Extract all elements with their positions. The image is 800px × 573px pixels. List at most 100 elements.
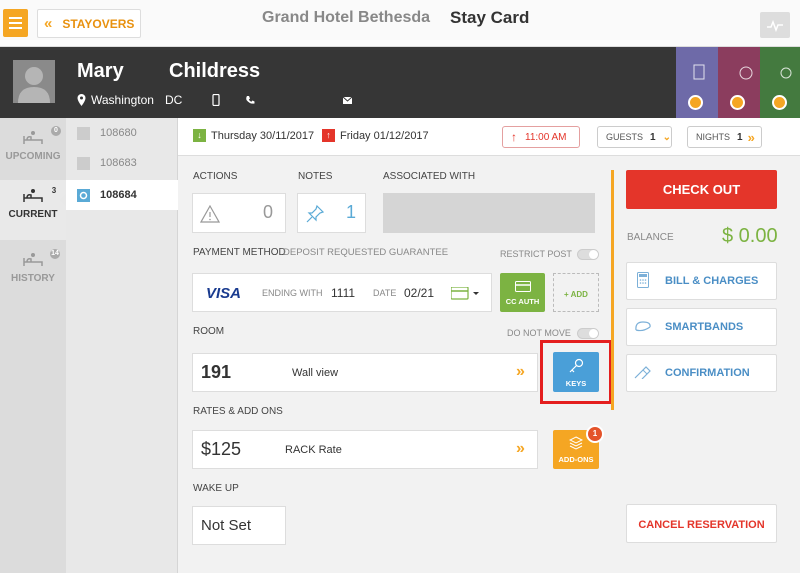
add-payment-button[interactable]: + ADD xyxy=(553,273,599,312)
add-ons-label: ADD-ONS xyxy=(558,455,594,464)
confirmation-button[interactable]: CONFIRMATION xyxy=(626,354,777,392)
nav-history[interactable]: 14 HISTORY xyxy=(0,244,66,300)
do-not-move-toggle[interactable] xyxy=(577,328,599,339)
payment-sublabel: DEPOSIT REQUESTED GUARANTEE xyxy=(283,247,449,258)
add-payment-label: + ADD xyxy=(564,290,588,299)
layers-icon xyxy=(568,436,584,450)
upcoming-count: 0 xyxy=(51,126,61,136)
warning-icon xyxy=(200,205,220,223)
bill-charges-label: BILL & CHARGES xyxy=(665,275,759,287)
guests-label: GUESTS xyxy=(606,132,644,142)
rate-field[interactable]: $125 RACK Rate » xyxy=(192,430,538,469)
double-chevron-left-icon: « xyxy=(44,15,53,32)
list-item[interactable]: 108683 xyxy=(66,148,178,178)
rate-name: RACK Rate xyxy=(285,444,342,456)
nav-current-label: CURRENT xyxy=(8,209,58,220)
reservation-list: 108680 108683 108684 xyxy=(66,118,178,573)
nav-upcoming[interactable]: 0 UPCOMING xyxy=(0,122,66,178)
key-icon xyxy=(569,358,584,373)
page-title: Stay Card xyxy=(450,8,530,27)
restrict-post-toggle[interactable] xyxy=(577,249,599,260)
expiry-label: DATE xyxy=(373,288,397,298)
guest-contact-row: Washington DC xyxy=(77,93,353,107)
actions-button[interactable]: 0 xyxy=(192,193,286,233)
menu-icon[interactable] xyxy=(3,9,28,37)
reservation-number: 108684 xyxy=(100,189,137,201)
chevron-down-icon: ⌄ xyxy=(662,131,671,143)
cancel-reservation-button[interactable]: CANCEL RESERVATION xyxy=(626,504,777,543)
notes-button[interactable]: 1 xyxy=(297,193,366,233)
card-expiry: 02/21 xyxy=(404,286,435,300)
room-field[interactable]: 191 Wall view » xyxy=(192,353,538,392)
nav-history-label: HISTORY xyxy=(11,273,55,284)
reservation-number: 108680 xyxy=(100,127,137,139)
nights-selector[interactable]: NIGHTS 1 » xyxy=(687,126,762,148)
card-tile-wallet[interactable] xyxy=(676,47,718,118)
room-label: ROOM xyxy=(193,326,225,337)
wake-up-value: Not Set xyxy=(201,517,252,534)
pin-icon xyxy=(306,204,325,223)
notes-count: 1 xyxy=(345,202,356,222)
list-item[interactable]: 108680 xyxy=(66,118,178,148)
selected-radio[interactable] xyxy=(77,188,90,202)
avatar xyxy=(13,60,55,103)
bill-charges-button[interactable]: BILL & CHARGES xyxy=(626,262,777,300)
credit-card-icon xyxy=(514,281,531,292)
payment-method-label: PAYMENT METHOD xyxy=(193,247,286,258)
stayovers-back-button[interactable]: « STAYOVERS xyxy=(37,9,141,38)
nav-current[interactable]: 3 CURRENT xyxy=(0,180,66,240)
wristband-icon xyxy=(627,319,659,336)
divider-line xyxy=(611,170,614,410)
cancel-reservation-label: CANCEL RESERVATION xyxy=(638,519,765,531)
guests-count: 1 xyxy=(650,131,656,143)
phone-icon[interactable] xyxy=(245,95,255,105)
search-icon xyxy=(730,95,745,110)
payment-card[interactable]: VISA ENDING WITH 1111 DATE 02/21 xyxy=(192,273,492,312)
checkbox[interactable] xyxy=(77,126,90,140)
list-item[interactable]: 108684 xyxy=(66,180,178,210)
double-chevron-right-icon: » xyxy=(516,363,525,380)
ending-with-label: ENDING WITH xyxy=(262,288,323,298)
restrict-post-label: RESTRICT POST xyxy=(500,249,572,259)
card-tile-preferences[interactable] xyxy=(760,47,800,118)
keys-button[interactable]: KEYS xyxy=(553,352,599,392)
smartbands-button[interactable]: SMARTBANDS xyxy=(626,308,777,346)
balance-label: BALANCE xyxy=(627,232,674,243)
email-icon[interactable] xyxy=(343,96,353,104)
check-out-button[interactable]: CHECK OUT xyxy=(626,170,777,209)
location-pin-icon xyxy=(77,94,86,106)
guest-last-name[interactable]: Childress xyxy=(169,60,260,83)
activity-button[interactable] xyxy=(760,12,790,38)
arrow-up-icon: ↑ xyxy=(511,130,517,144)
rate-amount: $125 xyxy=(201,439,242,459)
wake-up-field[interactable]: Not Set xyxy=(192,506,286,545)
confirmation-label: CONFIRMATION xyxy=(665,367,750,379)
room-number: 191 xyxy=(201,362,232,382)
associated-field[interactable] xyxy=(383,193,595,233)
reservation-nav: 0 UPCOMING 3 CURRENT 14 HISTORY xyxy=(0,118,66,573)
actions-label: ACTIONS xyxy=(193,171,238,182)
guest-city: Washington xyxy=(91,93,154,107)
stayovers-label: STAYOVERS xyxy=(62,16,135,31)
arrival-date[interactable]: ↓ Thursday 30/11/2017 xyxy=(193,129,314,142)
mobile-phone-icon[interactable] xyxy=(212,94,220,106)
guests-selector[interactable]: GUESTS 1 ⌄ xyxy=(597,126,672,148)
checkbox[interactable] xyxy=(77,156,90,170)
balance-value: $ 0.00 xyxy=(722,225,778,247)
bed-icon xyxy=(23,131,43,144)
departure-date[interactable]: ↑ Friday 01/12/2017 xyxy=(322,129,429,142)
departure-time[interactable]: ↑ 11:00 AM xyxy=(502,126,580,148)
bed-icon xyxy=(23,189,43,202)
card-dropdown-icon[interactable] xyxy=(451,287,481,301)
cc-auth-button[interactable]: CC AUTH xyxy=(500,273,545,312)
search-icon xyxy=(688,95,703,110)
nav-upcoming-label: UPCOMING xyxy=(5,151,61,162)
card-ending: 1111 xyxy=(331,286,356,300)
search-icon xyxy=(772,95,787,110)
associated-label: ASSOCIATED WITH xyxy=(383,171,476,182)
guest-first-name[interactable]: Mary xyxy=(77,60,124,83)
wake-up-label: WAKE UP xyxy=(193,483,239,494)
card-tile-globe[interactable] xyxy=(718,47,760,118)
smartbands-label: SMARTBANDS xyxy=(665,321,744,333)
double-chevron-right-icon: » xyxy=(516,440,525,457)
